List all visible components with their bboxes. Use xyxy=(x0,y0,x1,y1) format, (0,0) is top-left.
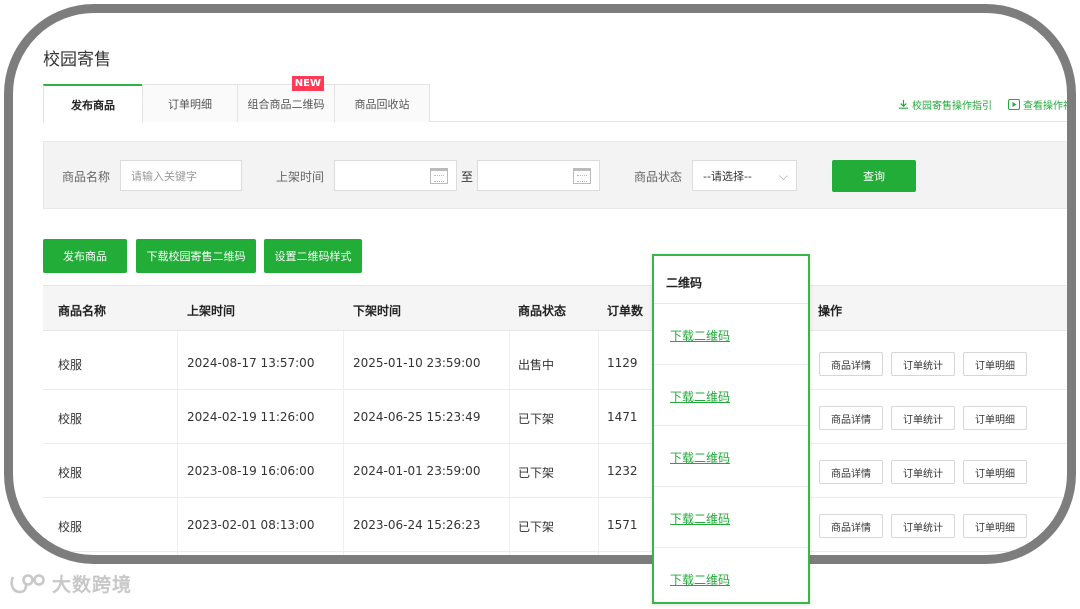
qrcode-column-highlight: 二维码 下载二维码 下载二维码 下载二维码 下载二维码 下载二维码 xyxy=(652,254,810,604)
cell-product-name: 校服 xyxy=(58,520,83,534)
table-row: 校服 2023-02-01 08:13:00 2023-06-24 15:26:… xyxy=(43,498,1067,552)
cell-status: 已下架 xyxy=(518,466,555,480)
start-date-input[interactable] xyxy=(334,160,457,191)
download-qrcode-link[interactable]: 下载二维码 xyxy=(670,571,730,588)
name-search-input[interactable]: 请输入关键字 xyxy=(120,160,242,191)
end-date-input[interactable] xyxy=(477,160,600,191)
publish-button[interactable]: 发布商品 xyxy=(43,239,127,273)
cell-status: 已下架 xyxy=(518,520,555,534)
table-header: 商品名称 上架时间 下架时间 商品状态 订单数 操作 xyxy=(43,286,1067,331)
new-badge: NEW xyxy=(291,76,324,91)
video-link-label: 查看操作视频 xyxy=(1023,101,1073,112)
cell-off-time: 2024-01-01 23:59:00 xyxy=(353,464,481,478)
name-filter-label: 商品名称 xyxy=(62,170,111,184)
cell-orders: 1471 xyxy=(607,410,638,424)
tab-publish[interactable]: 发布商品 xyxy=(43,84,143,123)
status-select[interactable]: --请选择-- ⌵ xyxy=(692,160,797,191)
qrcode-row: 下载二维码 xyxy=(654,365,808,426)
chevron-down-icon: ⌵ xyxy=(778,169,788,183)
table-row: 校服 2024-08-17 13:57:00 2025-01-10 23:59:… xyxy=(43,336,1067,390)
order-details-button[interactable]: 订单明细 xyxy=(963,460,1027,484)
cell-orders: 1571 xyxy=(607,518,638,532)
order-details-button[interactable]: 订单明细 xyxy=(963,406,1027,430)
download-qrcode-link[interactable]: 下载二维码 xyxy=(670,388,730,405)
header-on-time: 上架时间 xyxy=(187,304,236,318)
watermark-text: 大数跨境 xyxy=(52,574,133,596)
tab-combo-qrcode-label: 组合商品二维码 xyxy=(247,97,325,111)
cell-off-time: 2025-01-10 23:59:00 xyxy=(353,356,481,370)
time-filter-label: 上架时间 xyxy=(276,170,325,184)
header-product-name: 商品名称 xyxy=(58,304,107,318)
cell-status: 已下架 xyxy=(518,412,555,426)
tab-combo-qrcode[interactable]: 组合商品二维码 NEW xyxy=(237,76,335,122)
video-link[interactable]: 查看操作视频 xyxy=(1008,97,1073,112)
filter-panel: 商品名称 请输入关键字 上架时间 至 商品状态 --请选择-- ⌵ 查询 xyxy=(43,141,1067,209)
order-details-button[interactable]: 订单明细 xyxy=(963,514,1027,538)
tab-order-details[interactable]: 订单明细 xyxy=(142,84,238,122)
cell-product-name: 校服 xyxy=(58,412,83,426)
page-content: 校园寄售 发布商品 订单明细 组合商品二维码 NEW 商品回收站 校园寄售操作指… xyxy=(23,21,1073,555)
qr-style-button[interactable]: 设置二维码样式 xyxy=(264,239,362,273)
table-row: 校服 2023-08-19 16:06:00 2024-01-01 23:59:… xyxy=(43,444,1067,498)
guide-link-label: 校园寄售操作指引 xyxy=(912,101,992,112)
cell-on-time: 2024-02-19 11:26:00 xyxy=(187,410,315,424)
product-detail-button[interactable]: 商品详情 xyxy=(819,460,883,484)
product-detail-button[interactable]: 商品详情 xyxy=(819,352,883,376)
header-status: 商品状态 xyxy=(518,304,567,318)
download-campus-qr-button[interactable]: 下载校园寄售二维码 xyxy=(136,239,256,273)
download-qrcode-link[interactable]: 下载二维码 xyxy=(670,327,730,344)
calendar-icon[interactable] xyxy=(430,168,448,184)
screenshot-frame: 校园寄售 发布商品 订单明细 组合商品二维码 NEW 商品回收站 校园寄售操作指… xyxy=(4,4,1076,564)
header-actions: 操作 xyxy=(818,304,843,318)
play-icon xyxy=(1008,99,1020,110)
cell-on-time: 2024-08-17 13:57:00 xyxy=(187,356,315,370)
download-qrcode-link[interactable]: 下载二维码 xyxy=(670,510,730,527)
order-stats-button[interactable]: 订单统计 xyxy=(891,514,955,538)
qrcode-column-header: 二维码 xyxy=(654,256,808,304)
cell-off-time: 2023-06-24 15:26:23 xyxy=(353,518,481,532)
table-row: 校服 2024-02-19 11:26:00 2024-06-25 15:23:… xyxy=(43,390,1067,444)
date-range-separator: 至 xyxy=(461,170,474,184)
qrcode-row: 下载二维码 xyxy=(654,487,808,548)
qrcode-row: 下载二维码 xyxy=(654,304,808,365)
qrcode-row: 下载二维码 xyxy=(654,548,808,609)
cell-off-time: 2024-06-25 15:23:49 xyxy=(353,410,481,424)
watermark-logo-icon xyxy=(10,573,45,593)
product-detail-button[interactable]: 商品详情 xyxy=(819,514,883,538)
cell-on-time: 2023-02-01 08:13:00 xyxy=(187,518,315,532)
cell-on-time: 2023-08-19 16:06:00 xyxy=(187,464,315,478)
page-title: 校园寄售 xyxy=(43,50,111,70)
order-stats-button[interactable]: 订单统计 xyxy=(891,460,955,484)
order-stats-button[interactable]: 订单统计 xyxy=(891,352,955,376)
cell-product-name: 校服 xyxy=(58,466,83,480)
search-button[interactable]: 查询 xyxy=(832,160,916,192)
order-details-button[interactable]: 订单明细 xyxy=(963,352,1027,376)
cell-orders: 1232 xyxy=(607,464,638,478)
qrcode-row: 下载二维码 xyxy=(654,426,808,487)
download-qrcode-link[interactable]: 下载二维码 xyxy=(670,449,730,466)
cell-orders: 1129 xyxy=(607,356,638,370)
cell-status: 出售中 xyxy=(518,358,555,372)
guide-link[interactable]: 校园寄售操作指引 xyxy=(898,97,992,112)
tab-recycle-bin[interactable]: 商品回收站 xyxy=(334,84,430,122)
guide-links: 校园寄售操作指引 查看操作视频 xyxy=(898,97,1073,112)
product-detail-button[interactable]: 商品详情 xyxy=(819,406,883,430)
download-icon xyxy=(898,99,909,109)
status-filter-label: 商品状态 xyxy=(634,170,683,184)
calendar-icon[interactable] xyxy=(573,168,591,184)
status-select-value: --请选择-- xyxy=(703,169,752,183)
header-orders: 订单数 xyxy=(607,304,644,318)
watermark: 大数跨境 xyxy=(10,570,132,597)
cell-product-name: 校服 xyxy=(58,358,83,372)
order-stats-button[interactable]: 订单统计 xyxy=(891,406,955,430)
product-table: 商品名称 上架时间 下架时间 商品状态 订单数 操作 校服 2024-08-17… xyxy=(43,285,1067,555)
header-off-time: 下架时间 xyxy=(353,304,402,318)
